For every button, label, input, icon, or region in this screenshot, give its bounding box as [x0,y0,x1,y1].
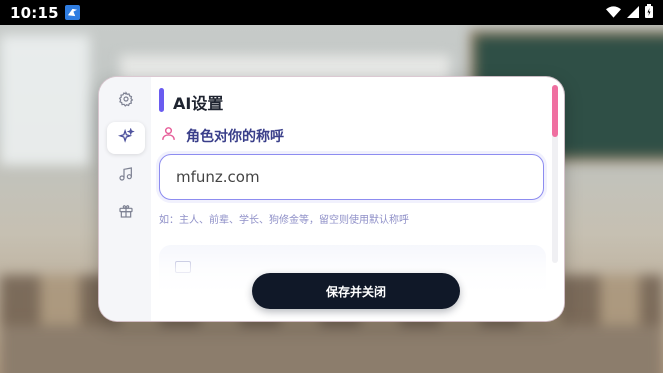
scrollbar-thumb[interactable] [552,85,558,137]
bird-icon [64,5,80,20]
sparkle-icon [117,127,135,149]
settings-sidebar [99,77,151,321]
music-icon [118,166,134,186]
user-icon [160,125,177,146]
section-label: 角色对你的称呼 [186,129,284,145]
settings-content: AI设置 角色对你的称呼 如：主人、前辈、学长、狗修金等，留空则使用默认称呼 保… [151,77,564,321]
sidebar-item-ai[interactable] [107,122,145,154]
nickname-input[interactable] [159,154,544,200]
gear-icon [118,91,134,111]
signal-icon [627,3,639,22]
title-accent-bar [159,88,164,112]
battery-icon [645,3,653,22]
background-window [0,35,90,165]
page-title: AI设置 [173,94,224,113]
sidebar-item-general[interactable] [107,85,145,117]
status-left: 10:15 [10,4,80,22]
sidebar-item-music[interactable] [107,160,145,192]
nickname-hint: 如：主人、前辈、学长、狗修金等，留空则使用默认称呼 [159,215,409,226]
settings-dialog: AI设置 角色对你的称呼 如：主人、前辈、学长、狗修金等，留空则使用默认称呼 保… [99,77,564,321]
wifi-icon [606,3,621,22]
save-and-close-button[interactable]: 保存并关闭 [252,273,460,309]
status-right [606,3,653,22]
status-time: 10:15 [10,3,59,22]
background-floor [0,325,663,373]
status-bar: 10:15 [0,0,663,25]
gift-icon [118,203,134,223]
sidebar-item-gift[interactable] [107,197,145,229]
